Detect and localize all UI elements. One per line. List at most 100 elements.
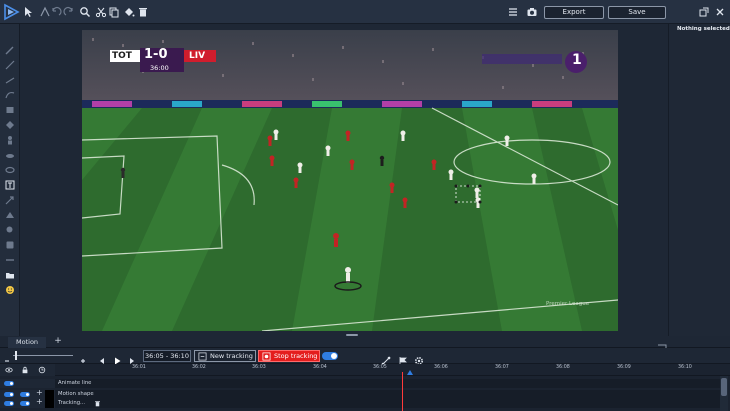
track-visibility-toggle[interactable] (4, 392, 14, 397)
arrow-tool-icon[interactable] (5, 190, 15, 205)
redo-icon[interactable] (61, 4, 77, 20)
ruler-tick-label: 36:07 (495, 365, 509, 370)
ruler-tick-label: 36:08 (556, 365, 570, 370)
track-controls: + (0, 397, 55, 408)
playhead-line (402, 372, 403, 411)
close-icon[interactable] (712, 4, 728, 20)
track-lane[interactable] (55, 390, 720, 399)
emoji-sticker-icon[interactable] (5, 280, 15, 294)
add-keyframe-icon[interactable]: + (36, 388, 43, 397)
counter-tool-icon[interactable] (5, 235, 15, 249)
snapshot-camera-icon[interactable] (524, 4, 540, 20)
zoom-slider-handle[interactable] (15, 351, 17, 360)
spotlight-tool-icon[interactable] (5, 145, 15, 158)
stop-tracking-label: Stop tracking (274, 352, 318, 360)
search-icon[interactable] (77, 4, 93, 20)
copy-icon[interactable] (106, 4, 122, 20)
ruler-tick-label: 36:05 (373, 365, 387, 370)
polygon-tool-icon[interactable] (5, 115, 15, 129)
add-tab-button[interactable]: + (53, 337, 63, 347)
ruler-tick-label: 36:06 (434, 365, 448, 370)
top-toolbar: Export Save (0, 0, 730, 24)
person-marker-tool-icon[interactable] (5, 130, 15, 145)
timeline-tabs: Motion + (0, 336, 730, 350)
timeline-scrollbar-thumb[interactable] (721, 378, 727, 396)
track-lock-toggle[interactable] (20, 401, 30, 406)
play-icon[interactable] (112, 351, 122, 365)
keyframe-curve-icon[interactable] (381, 351, 391, 366)
zoom-in-icon[interactable] (78, 351, 88, 363)
scorebug-clock: 36:00 (150, 64, 169, 72)
track-header-controls (0, 364, 55, 376)
pen-tool-icon[interactable] (5, 40, 15, 55)
scorebug-away-team: LIV (189, 51, 206, 61)
delete-icon[interactable] (135, 4, 151, 20)
new-tracking-button[interactable]: New tracking (194, 350, 256, 362)
ruler-tick-label: 36:09 (617, 365, 631, 370)
track-lock-toggle[interactable] (20, 392, 30, 397)
step-back-icon[interactable] (97, 351, 107, 364)
text-tool-icon[interactable] (5, 175, 15, 190)
tracking-toggle[interactable] (322, 352, 338, 360)
visibility-eye-icon[interactable] (5, 366, 13, 374)
track-color-swatch[interactable] (45, 390, 54, 399)
link-tool-icon[interactable] (5, 250, 15, 261)
lock-icon[interactable] (21, 366, 29, 374)
select-tool-icon[interactable] (20, 4, 36, 20)
stop-tracking-button[interactable]: Stop tracking (258, 350, 320, 362)
track-visibility-toggle[interactable] (4, 401, 14, 406)
time-range-display[interactable]: 36:05 - 36:10 (143, 350, 191, 362)
tracking-icon (198, 352, 207, 361)
tab-motion[interactable]: Motion (8, 337, 47, 348)
rectangle-tool-icon[interactable] (5, 100, 15, 113)
timeline-panel: Motion + 36:05 - 36:10 New tracking Stop… (0, 336, 730, 411)
export-button[interactable]: Export (544, 6, 604, 19)
clock-icon[interactable] (38, 366, 46, 374)
playhead-handle[interactable] (407, 370, 413, 375)
track-row[interactable]: + Motion shape (0, 388, 730, 399)
ruler-tick-label: 36:01 (132, 365, 146, 370)
menu-icon[interactable] (505, 4, 521, 20)
track-label: Motion shape (58, 391, 94, 397)
zoom-out-icon[interactable] (2, 351, 12, 362)
ruler-tick-label: 36:02 (192, 365, 206, 370)
left-tool-strip (0, 24, 20, 336)
canvas-area: TOT 1-0 LIV 36:00 1 Premier League (20, 24, 668, 336)
timeline-ruler[interactable]: 36:01 36:02 36:03 36:04 36:05 36:06 36:0… (0, 364, 730, 376)
zone-tool-icon[interactable] (5, 205, 15, 218)
track-row[interactable]: + Tracking... (0, 397, 730, 408)
curve-tool-icon[interactable] (5, 85, 15, 99)
broadcaster-badge: 1 (572, 52, 582, 68)
zoom-slider-track[interactable] (13, 355, 73, 356)
settings-gear-icon[interactable] (414, 351, 424, 366)
ruler-tick-label: 36:03 (252, 365, 266, 370)
step-forward-icon[interactable] (127, 351, 137, 364)
popout-window-icon[interactable] (696, 4, 712, 20)
track-lane[interactable] (55, 399, 720, 408)
ruler-tick-label: 36:04 (313, 365, 327, 370)
marker-flag-icon[interactable] (398, 351, 408, 365)
scorebug-score: 1-0 (144, 47, 168, 62)
line-tool-icon[interactable] (5, 70, 15, 84)
properties-panel: Nothing selected (668, 24, 730, 336)
track-visibility-toggle[interactable] (4, 381, 14, 386)
ring-tool-icon[interactable] (5, 160, 15, 174)
track-color-swatch[interactable] (45, 399, 54, 408)
track-label: Tracking... (58, 400, 86, 406)
video-frame[interactable]: TOT 1-0 LIV 36:00 1 Premier League (82, 30, 618, 331)
competition-watermark: Premier League (546, 301, 590, 307)
timeline-controls: 36:05 - 36:10 New tracking Stop tracking (0, 348, 730, 366)
folder-icon[interactable] (5, 265, 15, 279)
brush-tool-icon[interactable] (5, 55, 15, 70)
save-button[interactable]: Save (608, 6, 666, 19)
selection-status: Nothing selected (677, 26, 730, 32)
add-keyframe-icon[interactable]: + (36, 397, 43, 406)
ruler-tick-label: 36:10 (678, 365, 692, 370)
delete-track-icon[interactable] (94, 400, 101, 407)
timeline-scrollbar[interactable] (720, 376, 728, 411)
app-window: Export Save TOT 1-0 LIV 36:00 1 Premier … (0, 0, 730, 411)
track-row[interactable]: Animate line (0, 379, 730, 388)
collapse-panel-icon[interactable] (655, 337, 669, 350)
magnifier-tool-icon[interactable] (5, 220, 15, 233)
track-lane[interactable] (55, 379, 720, 388)
